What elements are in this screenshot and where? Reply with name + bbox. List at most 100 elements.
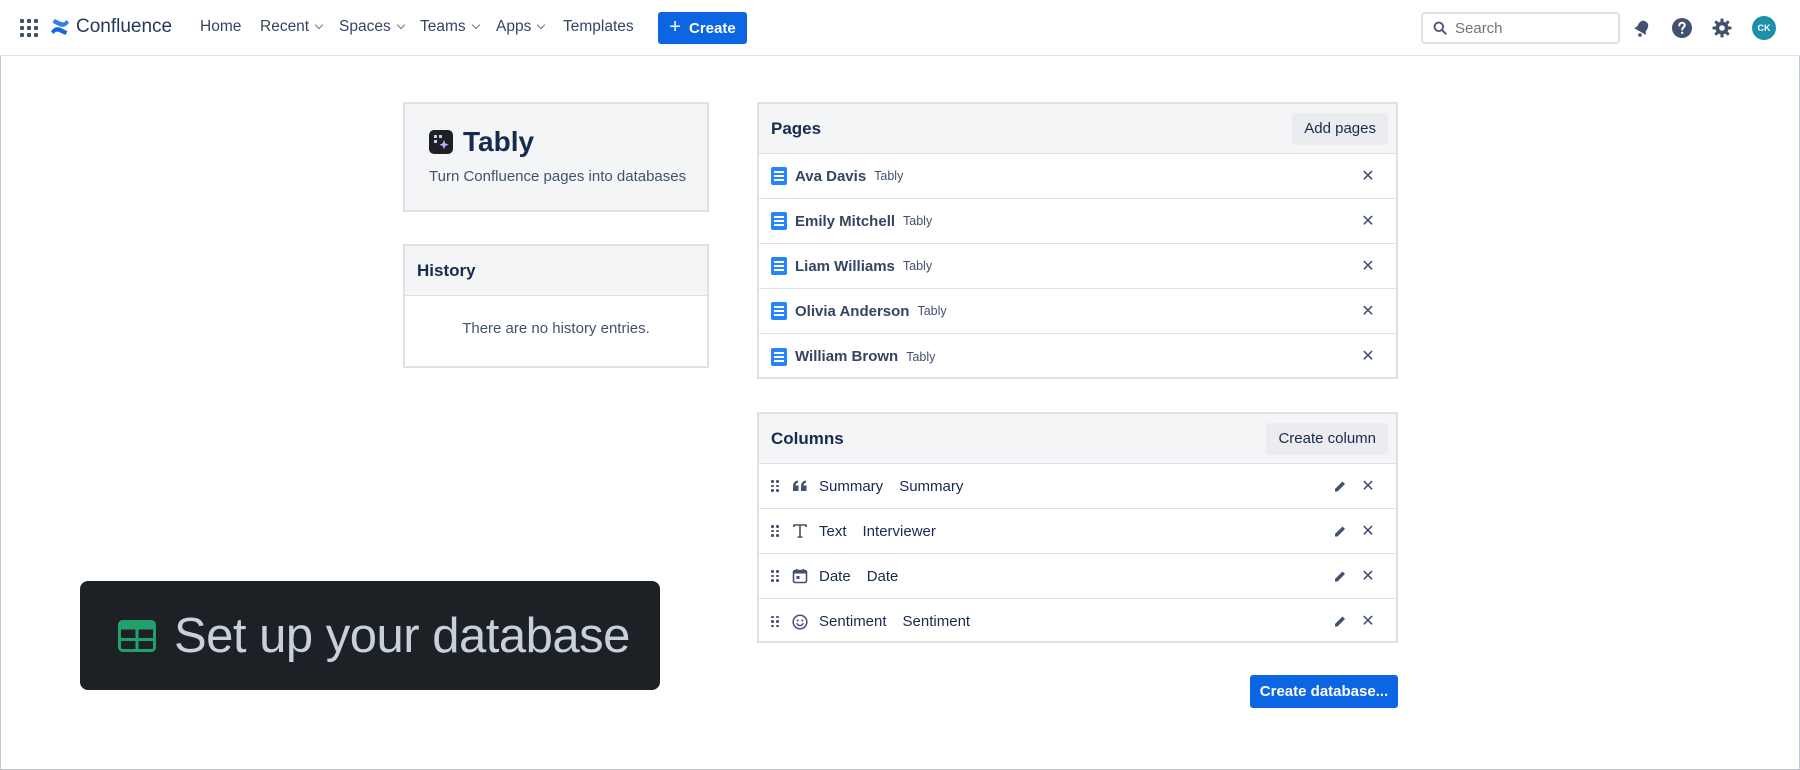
history-title: History <box>417 260 476 280</box>
column-name: Date <box>866 567 899 585</box>
page-row[interactable]: Liam Williams Tably ✕ <box>759 244 1396 289</box>
confluence-logo-icon <box>51 19 69 35</box>
history-panel: History There are no history entries. <box>403 244 709 368</box>
quote-icon <box>791 477 809 495</box>
search-box[interactable] <box>1421 12 1620 44</box>
page-name[interactable]: Emily Mitchell <box>795 213 895 230</box>
smiley-icon <box>791 613 809 631</box>
remove-page-icon[interactable]: ✕ <box>1358 256 1378 276</box>
page-name[interactable]: William Brown <box>795 348 898 365</box>
column-type: Summary <box>819 477 884 495</box>
banner-text: Set up your database <box>174 608 630 663</box>
search-input[interactable] <box>1455 19 1605 37</box>
search-icon <box>1433 21 1447 35</box>
app-switcher-icon[interactable] <box>20 19 38 37</box>
page-name[interactable]: Liam Williams <box>795 258 895 275</box>
remove-column-icon[interactable]: ✕ <box>1358 476 1378 496</box>
history-empty-message: There are no history entries. <box>462 320 650 337</box>
create-button-label: Create <box>688 19 736 37</box>
avatar[interactable]: CK <box>1752 16 1776 40</box>
app-title: Tably <box>429 126 534 158</box>
column-type: Sentiment <box>819 613 887 630</box>
top-navigation: Confluence Home Recent Spaces Teams Apps… <box>0 0 1800 56</box>
nav-spaces[interactable]: Spaces <box>339 18 405 36</box>
settings-icon[interactable] <box>1710 16 1734 40</box>
remove-page-icon[interactable]: ✕ <box>1358 346 1378 366</box>
edit-column-icon[interactable] <box>1330 521 1350 541</box>
page-row[interactable]: Ava Davis Tably ✕ <box>759 154 1396 199</box>
pages-title: Pages <box>771 118 822 138</box>
edit-column-icon[interactable] <box>1330 611 1350 631</box>
nav-teams[interactable]: Teams <box>420 18 480 36</box>
column-name: Summary <box>899 477 964 495</box>
avatar-initials: CK <box>1757 23 1771 33</box>
add-pages-button[interactable]: Add pages <box>1292 112 1388 145</box>
nav-home[interactable]: Home <box>200 18 241 36</box>
column-row: Text Interviewer ✕ <box>759 509 1396 554</box>
page-space: Tably <box>903 214 933 228</box>
page-row[interactable]: Emily Mitchell Tably ✕ <box>759 199 1396 244</box>
drag-handle-icon[interactable] <box>771 615 779 628</box>
create-button[interactable]: + Create <box>658 12 747 44</box>
history-header: History <box>405 246 707 296</box>
nav-home-label: Home <box>200 18 242 35</box>
page-space: Tably <box>874 169 904 183</box>
plus-icon: + <box>669 15 681 38</box>
columns-header: Columns Create column <box>759 414 1396 464</box>
page-name[interactable]: Olivia Anderson <box>795 303 909 320</box>
column-name: Sentiment <box>902 613 971 630</box>
remove-page-icon[interactable]: ✕ <box>1358 301 1378 321</box>
column-type: Date <box>819 567 851 585</box>
edit-column-icon[interactable] <box>1330 566 1350 586</box>
columns-panel: Columns Create column Summary Summary ✕ … <box>757 412 1398 643</box>
chevron-down-icon <box>471 20 480 30</box>
page-row[interactable]: Olivia Anderson Tably ✕ <box>759 289 1396 334</box>
remove-column-icon[interactable]: ✕ <box>1358 521 1378 541</box>
create-column-button[interactable]: Create column <box>1266 422 1388 455</box>
chevron-down-icon <box>396 20 405 30</box>
tably-logo-icon <box>429 130 453 154</box>
page-space: Tably <box>902 259 933 273</box>
app-name: Tably <box>463 126 535 157</box>
app-card: Tably Turn Confluence pages into databas… <box>403 102 709 212</box>
remove-column-icon[interactable]: ✕ <box>1358 566 1378 586</box>
page-space: Tably <box>917 304 947 318</box>
page-icon <box>771 167 787 185</box>
page-name[interactable]: Ava Davis <box>795 168 866 185</box>
notifications-icon[interactable] <box>1630 16 1654 40</box>
remove-column-icon[interactable]: ✕ <box>1358 611 1378 631</box>
drag-handle-icon[interactable] <box>771 525 779 537</box>
nav-spaces-label: Spaces <box>339 18 391 35</box>
nav-apps[interactable]: Apps <box>496 18 546 36</box>
chevron-down-icon <box>537 20 546 30</box>
remove-page-icon[interactable]: ✕ <box>1358 211 1378 231</box>
help-icon[interactable] <box>1670 16 1694 40</box>
page-row[interactable]: William Brown Tably ✕ <box>759 334 1396 379</box>
remove-page-icon[interactable]: ✕ <box>1358 166 1378 186</box>
drag-handle-icon[interactable] <box>771 570 779 582</box>
setup-banner: Set up your database <box>80 581 660 690</box>
column-row: Date Date ✕ <box>759 554 1396 599</box>
table-icon <box>118 619 156 652</box>
page-icon <box>771 347 787 366</box>
pages-header: Pages Add pages <box>759 104 1396 154</box>
text-type-icon <box>791 522 809 540</box>
app-description: Turn Confluence pages into databases <box>429 168 687 185</box>
create-database-button[interactable]: Create database... <box>1250 675 1398 708</box>
drag-handle-icon[interactable] <box>771 480 779 492</box>
column-row: Summary Summary ✕ <box>759 464 1396 509</box>
chevron-down-icon <box>314 20 324 30</box>
nav-recent-label: Recent <box>260 18 310 35</box>
confluence-logo[interactable]: Confluence <box>50 16 172 38</box>
columns-title: Columns <box>771 428 844 448</box>
column-row: Sentiment Sentiment ✕ <box>759 599 1396 644</box>
calendar-icon <box>791 567 809 585</box>
edit-column-icon[interactable] <box>1330 476 1350 496</box>
nav-recent[interactable]: Recent <box>260 18 324 36</box>
product-name: Confluence <box>76 16 173 37</box>
column-type: Text <box>819 522 847 540</box>
page-icon <box>771 302 787 320</box>
column-name: Interviewer <box>862 522 936 540</box>
page-space: Tably <box>906 349 936 364</box>
nav-templates[interactable]: Templates <box>563 18 634 36</box>
